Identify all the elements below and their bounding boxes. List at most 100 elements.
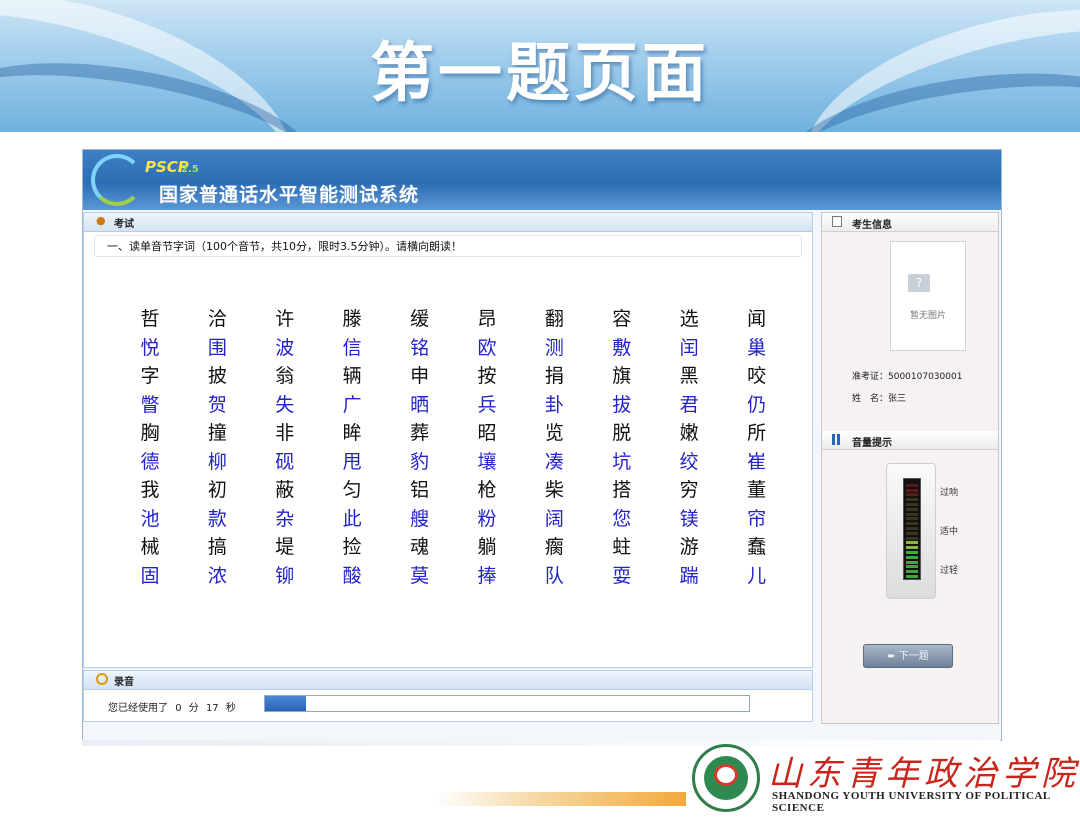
- university-seal-icon: [692, 744, 760, 812]
- exam-panel: ● 考试 一、读单音节字词（100个音节，共10分，限时3.5分钟）。请横向朗读…: [83, 212, 813, 668]
- timer-minutes: 0: [175, 703, 182, 714]
- volume-segment: [906, 555, 918, 559]
- candidate-photo: ? 暂无图片: [890, 241, 966, 351]
- syllable-char: 酸: [342, 564, 362, 587]
- exam-section-label: 考试: [114, 219, 134, 230]
- syllable-char: 搞: [207, 536, 227, 558]
- syllable-char: 围: [207, 336, 227, 359]
- syllable-char: 所: [747, 422, 767, 444]
- volume-section-label: 音量提示: [852, 438, 892, 449]
- volume-header: 音量提示: [822, 431, 998, 450]
- syllable-char: 拔: [612, 393, 632, 416]
- volume-segment: [906, 503, 918, 506]
- syllable-char: 信: [342, 336, 362, 359]
- syllable-char: 选: [679, 308, 699, 330]
- pscp-logo-icon: [91, 154, 143, 206]
- next-button-label: 下一题: [898, 651, 929, 662]
- arrow-right-icon: ➨: [887, 651, 899, 662]
- instruction-text: 一、读单音节字词（100个音节，共10分，限时3.5分钟）。请横向朗读！: [94, 235, 802, 257]
- syllable-char: 莫: [410, 564, 430, 587]
- syllable-char: 字: [140, 365, 160, 387]
- recording-panel: 录音 您已经使用了 0 分 17 秒: [83, 670, 813, 722]
- volume-segment: [906, 546, 918, 550]
- syllable-char: 柴: [544, 479, 564, 501]
- syllable-char: 闻: [747, 308, 767, 330]
- volume-segment: [906, 493, 918, 497]
- logo-version: 2.5: [181, 164, 199, 175]
- volume-segment: [906, 565, 918, 569]
- school-name-en: SHANDONG YOUTH UNIVERSITY OF POLITICAL S…: [772, 790, 1051, 814]
- syllable-char: 黑: [679, 365, 699, 387]
- recording-header: 录音: [84, 671, 812, 690]
- volume-meter: [903, 478, 921, 580]
- timer-seconds: 17: [205, 703, 219, 714]
- syllable-char: 昂: [477, 308, 497, 330]
- syllable-char: 耍: [612, 564, 632, 587]
- syllable-char: 翁: [275, 365, 295, 387]
- syllable-char: 您: [612, 507, 632, 530]
- volume-segment: [906, 488, 918, 492]
- seal-emblem: [714, 764, 738, 786]
- syllable-char: 柳: [207, 450, 227, 473]
- syllable-char: 甩: [342, 450, 362, 473]
- syllable-char: 蔽: [275, 479, 295, 501]
- syllable-char: 捧: [477, 564, 497, 587]
- volume-segment: [906, 531, 918, 535]
- syllable-char: 蛀: [612, 536, 632, 558]
- volume-segment: [906, 551, 918, 554]
- volume-segment: [906, 507, 918, 511]
- volume-segment: [906, 517, 918, 521]
- syllable-char: 仍: [747, 393, 767, 416]
- document-icon: [832, 216, 842, 227]
- syllable-char: 此: [342, 507, 362, 530]
- timer-seconds-unit: 秒: [225, 703, 236, 714]
- syllable-char: 绞: [679, 450, 699, 473]
- syllable-char: 撞: [207, 422, 227, 444]
- time-progress-fill: [265, 696, 307, 711]
- timer-minutes-unit: 分: [188, 703, 199, 714]
- elapsed-timer: 您已经使用了 0 分 17 秒: [108, 699, 240, 714]
- volume-segment: [906, 575, 918, 578]
- syllable-char: 闰: [679, 336, 699, 359]
- recording-label: 录音: [114, 677, 134, 688]
- syllable-char: 昭: [477, 422, 497, 444]
- volume-segment: [906, 541, 918, 545]
- volume-segment: [906, 560, 918, 564]
- syllable-char: 眸: [342, 422, 362, 444]
- syllable-char: 艘: [410, 507, 430, 530]
- syllable-char: 兵: [477, 393, 497, 416]
- syllable-char: 豹: [410, 450, 430, 473]
- volume-level-low: 过轻: [940, 566, 959, 576]
- syllable-char: 游: [679, 536, 699, 558]
- volume-meter-frame: [886, 463, 936, 599]
- syllable-char: 广: [342, 393, 362, 416]
- syllable-char: 瞥: [140, 393, 160, 416]
- syllable-char: 砚: [275, 450, 295, 473]
- volume-segment: [906, 512, 918, 516]
- syllable-char: 按: [477, 365, 497, 387]
- syllable-char: 翻: [544, 308, 564, 330]
- syllable-char: 蠢: [747, 536, 767, 558]
- syllable-char: 咬: [747, 365, 767, 387]
- syllable-char: 我: [140, 479, 160, 501]
- syllable-char: 杂: [275, 507, 295, 530]
- syllable-char: 浓: [207, 564, 227, 587]
- syllable-char: 嫩: [679, 422, 699, 444]
- syllable-char: 容: [612, 308, 632, 330]
- syllable-char: 申: [410, 365, 430, 387]
- syllable-char: 铝: [410, 479, 430, 501]
- syllable-char: 铭: [410, 336, 430, 359]
- decorative-gold-bar: [434, 792, 686, 806]
- volume-segment: [906, 570, 918, 574]
- volume-level-mid: 适中: [940, 527, 959, 537]
- syllable-char: 览: [544, 422, 564, 444]
- system-title: 国家普通话水平智能测试系统: [159, 184, 420, 206]
- slide-title: 第一题页面: [370, 37, 710, 111]
- syllable-char: 旗: [612, 365, 632, 387]
- volume-segment: [906, 522, 918, 526]
- syllable-char: 瘸: [544, 536, 564, 558]
- syllable-char: 械: [140, 536, 160, 558]
- syllable-char: 测: [544, 336, 564, 359]
- next-question-button[interactable]: ➨ 下一题: [863, 644, 953, 668]
- test-app-window: PSCP 2.5 国家普通话水平智能测试系统 ● 考试 一、读单音节字词（100…: [82, 149, 1002, 741]
